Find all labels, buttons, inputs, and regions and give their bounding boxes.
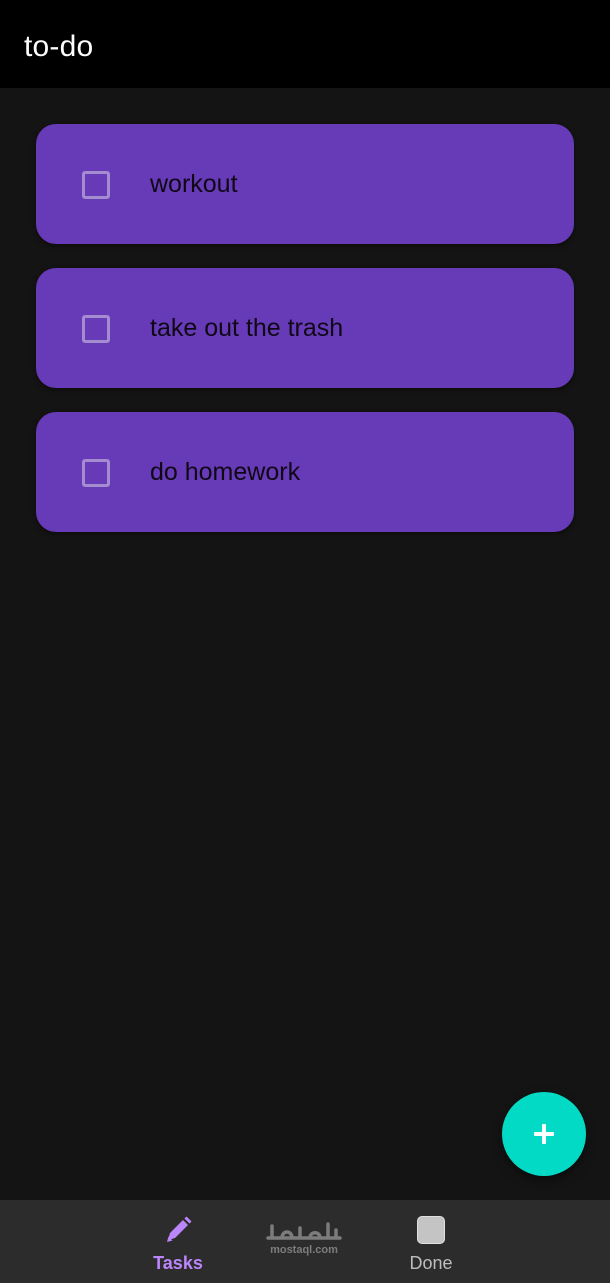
watermark-logo: mostaql.com [262, 1218, 346, 1262]
task-checkbox[interactable] [82, 459, 110, 487]
task-card[interactable]: workout [36, 124, 574, 244]
add-task-button[interactable] [502, 1092, 586, 1176]
task-card[interactable]: take out the trash [36, 268, 574, 388]
pencil-icon [167, 1216, 192, 1242]
app-bar: to-do [0, 0, 610, 88]
nav-label-done: Done [409, 1253, 453, 1273]
square-icon [415, 1214, 447, 1246]
task-checkbox[interactable] [82, 315, 110, 343]
task-label: workout [150, 170, 238, 198]
task-list: workout take out the trash do homework [36, 124, 574, 556]
watermark-text: mostaql.com [270, 1244, 338, 1256]
plus-icon [534, 1124, 554, 1144]
task-label: do homework [150, 458, 301, 486]
nav-label-tasks: Tasks [153, 1253, 203, 1273]
nav-item-tasks[interactable]: Tasks [118, 1200, 238, 1283]
task-label: take out the trash [150, 314, 344, 342]
nav-item-done[interactable]: Done [371, 1200, 491, 1283]
app-title: to-do [24, 30, 94, 63]
task-checkbox[interactable] [82, 171, 110, 199]
app-screen: to-do workout take out the trash do home… [0, 0, 610, 1283]
mostaql-logo-icon [266, 1222, 342, 1240]
task-card[interactable]: do homework [36, 412, 574, 532]
